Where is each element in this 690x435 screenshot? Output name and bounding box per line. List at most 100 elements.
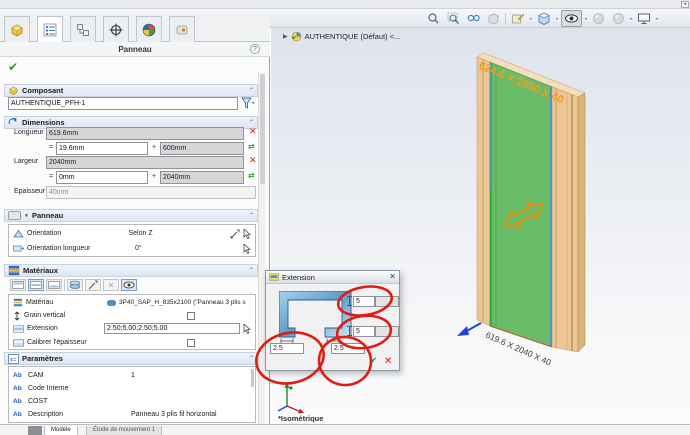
extension-ok-button[interactable]: ✔ (369, 356, 377, 367)
orientation-flip-icon[interactable] (230, 229, 240, 239)
pane-collapse-button[interactable]: ◂ (681, 1, 689, 8)
zoom-area-icon[interactable] (425, 11, 442, 26)
materiau-row[interactable]: Matériau 3P40_SAP_H_835x2100 ("Panneau 3… (9, 296, 255, 309)
longueur-flip-icon[interactable]: ⇄ (248, 142, 254, 151)
parametres-scrollbar[interactable] (251, 369, 254, 387)
property-manager-panel: Panneau ? ✔ Composant ⌃ AUTHENTIQUE_PFH-… (0, 14, 270, 424)
orientation-longueur-row[interactable]: Orientation longueur 0° (9, 242, 255, 255)
origin-arrow-icon (457, 323, 481, 336)
extension-dialog[interactable]: Extension ✕ 5 5 2.5 2.5 ✔ ✕ (265, 270, 400, 371)
longueur-base-field[interactable]: 600mm (160, 142, 244, 155)
view-orientation-caret[interactable]: ▾ (556, 16, 558, 21)
panel-3d-model[interactable]: 624.6 X 2050 X 40 619.6 X 2040 X 40 (455, 40, 605, 385)
pm-ok-button[interactable]: ✔ (8, 60, 18, 74)
extension-row[interactable]: Extension 2.50;5.00;2.50;5.00 (9, 322, 255, 335)
tree-expand-icon[interactable]: ▶ (283, 33, 288, 40)
extension-top-tick (349, 296, 350, 306)
parametres-collapse-icon[interactable]: ⌃ (249, 355, 254, 362)
extension-bottom-mid-input[interactable]: 2.5 (331, 343, 365, 354)
display-style-icon[interactable] (561, 10, 582, 27)
orientation-longueur-value[interactable]: 0° (135, 245, 240, 252)
calibrer-checkbox[interactable] (187, 339, 195, 347)
calibrer-label: Calibrer l'épaisseur (27, 339, 184, 346)
view-orientation-icon[interactable] (535, 11, 553, 27)
extension-bottom-left-input[interactable]: 2.5 (270, 343, 304, 354)
dimensions-collapse-icon[interactable]: ⌃ (249, 119, 254, 126)
pm-tab-configurations[interactable] (70, 16, 96, 42)
extension-top-input[interactable]: 5 (353, 296, 375, 307)
param-row-cost[interactable]: Ab COST (9, 395, 255, 408)
largeur-total-field[interactable]: 2040mm (46, 156, 244, 169)
flyout-tree-item[interactable]: ▶ AUTHENTIQUE (Défaut) <... (283, 31, 400, 42)
orientation-row[interactable]: Orientation Selon Z (9, 227, 255, 240)
view-settings-caret[interactable]: ▾ (630, 16, 632, 21)
edit-appearance-icon[interactable] (509, 11, 527, 27)
filter-icon[interactable] (241, 97, 255, 115)
largeur-offset-input[interactable]: 0mm (56, 171, 148, 184)
largeur-base-field[interactable]: 2040mm (160, 171, 244, 184)
calibrer-row[interactable]: Calibrer l'épaisseur (9, 336, 255, 349)
param-row-code-interne[interactable]: Ab Code Interne (9, 382, 255, 395)
param-row-description[interactable]: Ab Description Panneau 3 plis fil horizo… (9, 408, 255, 421)
tree-item-label[interactable]: AUTHENTIQUE (Défaut) <... (305, 32, 401, 41)
largeur-flip-icon[interactable]: ⇄ (248, 171, 254, 180)
pm-tab-swood[interactable] (169, 16, 195, 42)
largeur-clear-icon[interactable]: ✕ (249, 155, 257, 166)
material-visibility-icon[interactable] (121, 279, 137, 291)
longueur-total-field[interactable]: 619.6mm (46, 127, 244, 140)
composant-input[interactable]: AUTHENTIQUE_PFH-1 (8, 97, 238, 110)
panel-left-stile[interactable] (477, 57, 490, 326)
composant-group-header[interactable]: Composant ⌃ (4, 84, 258, 97)
grain-vertical-row[interactable]: Grain vertical (9, 309, 255, 322)
orientation-value[interactable]: Selon Z (129, 230, 228, 237)
zoom-fit-icon[interactable] (445, 11, 462, 26)
extension-dialog-titlebar[interactable]: Extension ✕ (266, 271, 399, 284)
extension-dialog-close-icon[interactable]: ✕ (389, 272, 396, 282)
panel-core-layer-icon[interactable] (28, 279, 44, 291)
materiau-value[interactable]: 3P40_SAP_H_835x2100 ("Panneau 3 plis s (119, 299, 251, 306)
extension-cancel-button[interactable]: ✕ (384, 356, 392, 367)
tab-etude-mouvement[interactable]: Étude de mouvement 1 (86, 426, 162, 435)
param-value[interactable]: Panneau 3 plis fil horizontal (131, 411, 251, 418)
pm-tab-displaymanager[interactable] (136, 16, 162, 42)
panneau-group-header[interactable]: ▼ Panneau ⌃ (4, 209, 258, 222)
panneau-dropdown-icon[interactable]: ▼ (24, 213, 29, 219)
pm-tab-dimxpert[interactable] (103, 16, 129, 42)
dimensions-label: Dimensions (22, 118, 246, 127)
materiaux-group-header[interactable]: Matériaux ⌃ (4, 264, 258, 277)
extension-right-input[interactable]: 5 (353, 326, 375, 337)
materiaux-collapse-icon[interactable]: ⌃ (249, 267, 254, 274)
longueur-clear-icon[interactable]: ✕ (249, 126, 257, 137)
materiaux-label: Matériaux (23, 266, 246, 275)
tab-scroll-buttons[interactable] (28, 426, 42, 435)
extension-input[interactable]: 2.50;5.00;2.50;5.00 (104, 323, 240, 334)
parametres-group-header[interactable]: x= Paramètres ⌃ (4, 352, 258, 365)
param-row-cam[interactable]: Ab CAM 1 (9, 369, 255, 382)
help-icon[interactable]: ? (250, 44, 260, 54)
delete-material-icon[interactable]: ✕ (103, 279, 119, 291)
composant-collapse-icon[interactable]: ⌃ (249, 87, 254, 94)
param-value[interactable]: 1 (131, 372, 251, 379)
parametres-icon: x= (8, 354, 19, 364)
display-style-caret[interactable]: ▾ (585, 16, 587, 21)
longueur-offset-input[interactable]: 19.6mm (56, 142, 148, 155)
laminate-stack-icon[interactable] (67, 279, 83, 291)
section-view-icon[interactable] (465, 11, 482, 26)
param-row-epaisseur-parement[interactable]: Ab Epaisseur parement 8 (9, 421, 255, 423)
pm-scrollbar-thumb[interactable] (260, 74, 265, 184)
svg-text:x=: x= (10, 357, 17, 363)
pm-tab-featuremanager[interactable] (4, 16, 30, 42)
tab-modele[interactable]: Modèle (44, 426, 78, 435)
screen-icon[interactable] (635, 11, 653, 26)
screen-caret[interactable]: ▾ (656, 16, 658, 21)
grain-vertical-checkbox[interactable] (187, 312, 195, 320)
edit-appearance-caret[interactable]: ▾ (530, 16, 532, 21)
panel-bottom-layer-icon[interactable] (46, 279, 62, 291)
pm-tab-propertymanager[interactable] (37, 16, 63, 43)
largeur-label: Largeur (14, 158, 38, 165)
edit-material-icon[interactable] (85, 279, 101, 291)
panneau-collapse-icon[interactable]: ⌃ (249, 212, 254, 219)
extension-shape-graphic (279, 291, 355, 345)
pm-scrollbar[interactable] (258, 72, 265, 424)
panel-top-layer-icon[interactable] (10, 279, 26, 291)
